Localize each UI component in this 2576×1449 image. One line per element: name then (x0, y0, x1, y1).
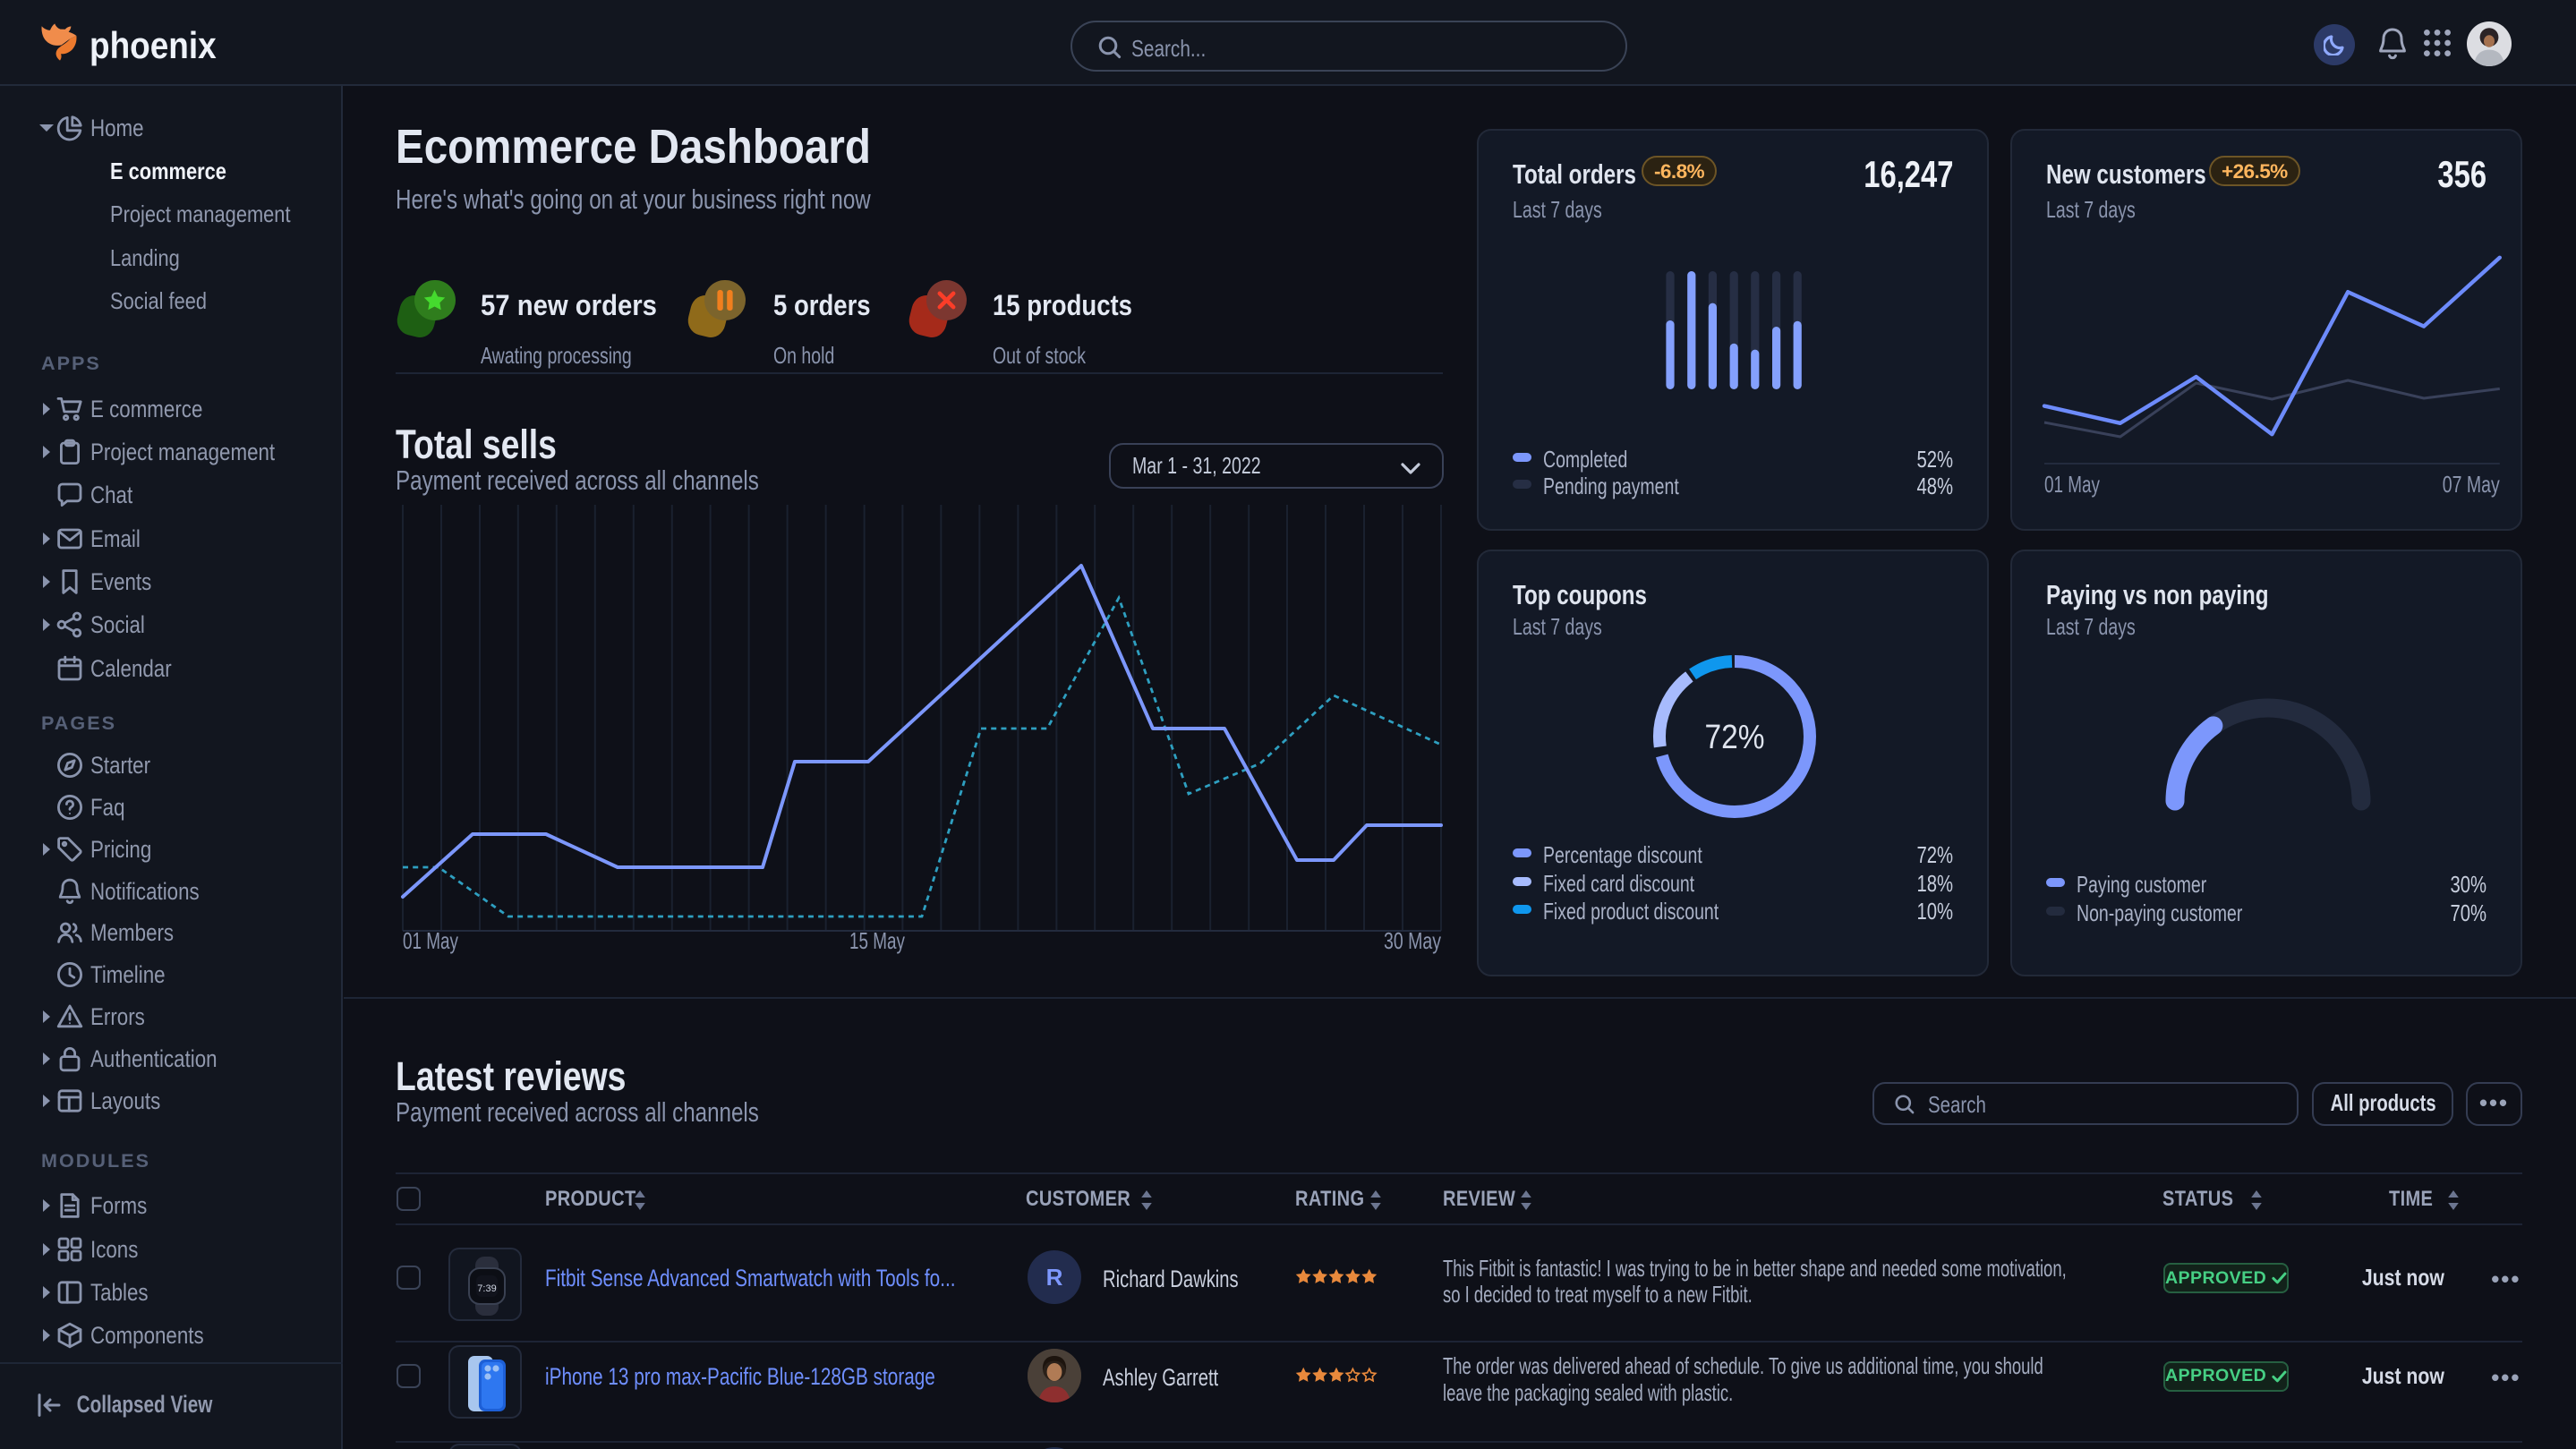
svg-text:15 May: 15 May (849, 929, 905, 954)
svg-text:07 May: 07 May (2443, 473, 2500, 498)
svg-text:30 May: 30 May (1384, 929, 1441, 954)
svg-text:72%: 72% (1705, 719, 1765, 756)
svg-text:01 May: 01 May (2044, 473, 2100, 498)
svg-text:01 May: 01 May (403, 929, 458, 954)
svg-text:7:39: 7:39 (477, 1283, 496, 1294)
